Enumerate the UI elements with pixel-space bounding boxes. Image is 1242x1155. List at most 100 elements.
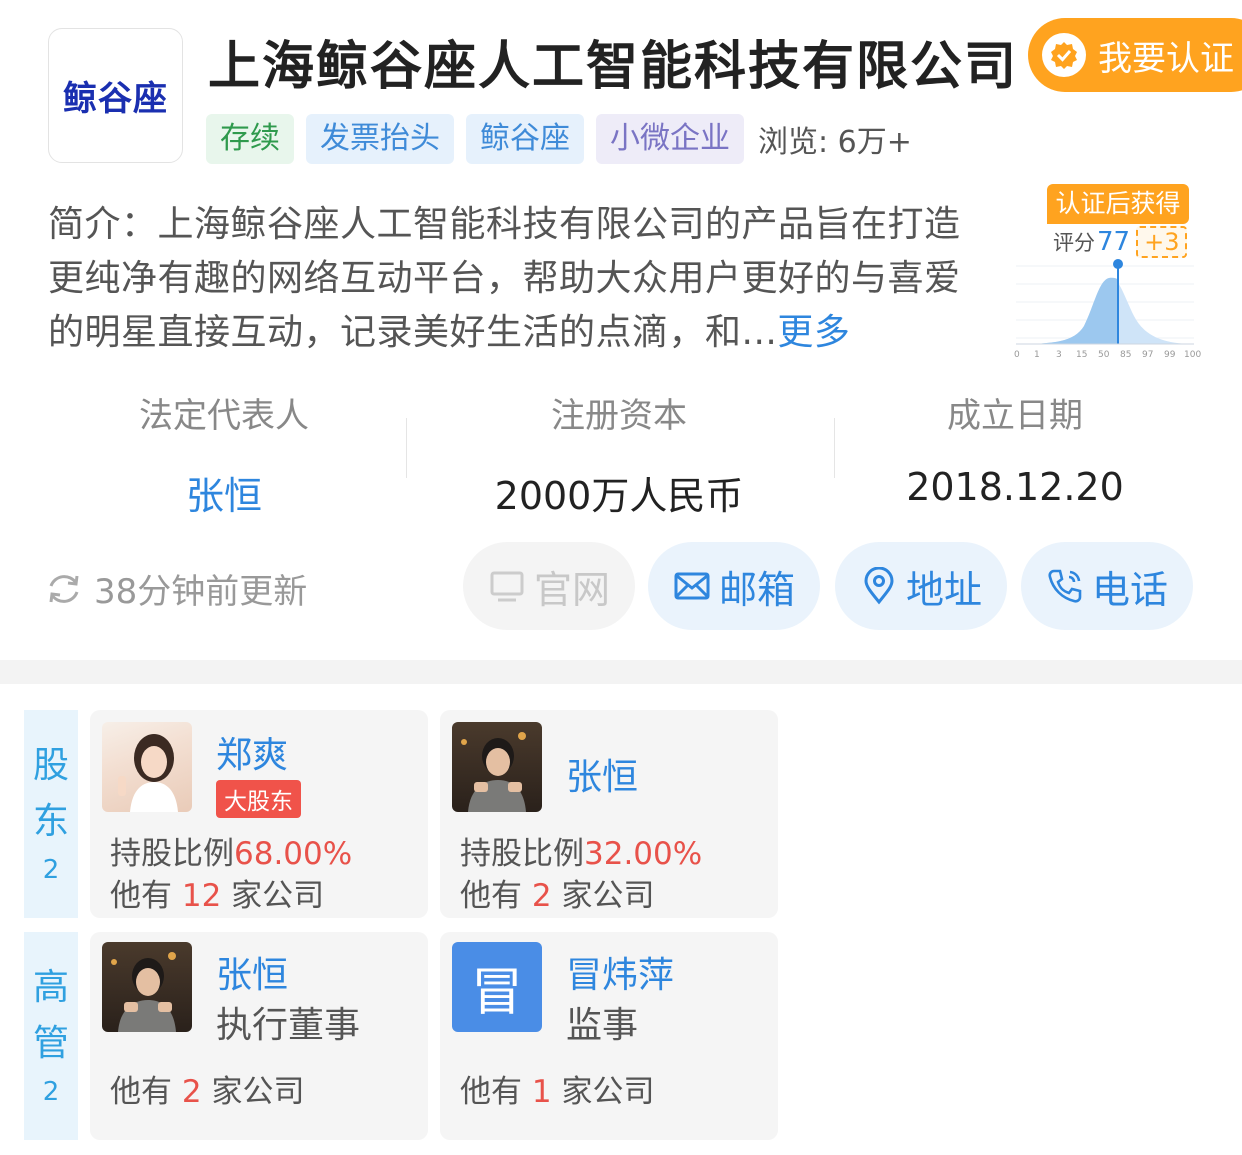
stat-label: 注册资本 (551, 396, 687, 436)
companies-prefix: 他有 (460, 878, 522, 914)
update-status[interactable]: 38分钟前更新 (44, 564, 307, 613)
companies-count: 2 (531, 878, 552, 914)
stat-label: 法定代表人 (139, 396, 309, 436)
related-companies[interactable]: 他有 12 家公司 (110, 870, 324, 915)
company-intro: 简介：上海鲸谷座人工智能科技有限公司的产品旨在打造更纯净有趣的网络互动平台，帮助… (48, 198, 988, 360)
phone-button[interactable]: 电话 (1021, 542, 1193, 630)
avatar-initial: 冒 (470, 962, 523, 1023)
companies-count: 2 (181, 1074, 202, 1110)
brand-tag[interactable]: 鲸谷座 (466, 114, 584, 164)
status-tag: 存续 (206, 114, 294, 164)
refresh-icon (49, 574, 79, 603)
ratio-value: 68.00% (234, 836, 353, 872)
executive-card[interactable]: 张恒 执行董事 他有 2 家公司 (90, 932, 428, 1140)
executive-role: 监事 (566, 1005, 639, 1046)
website-button[interactable]: 官网 (463, 542, 635, 630)
ratio-label: 持股比例 (110, 836, 234, 872)
companies-suffix: 家公司 (211, 1074, 305, 1110)
company-page: 鲸谷座 上海鲸谷座人工智能科技有限公司 我要认证 存续 发票抬头 鲸谷座 小微企… (0, 0, 1242, 1155)
phone-icon (1048, 569, 1082, 603)
companies-count: 12 (181, 878, 222, 914)
companies-suffix: 家公司 (561, 878, 655, 914)
tick-label: 85 (1120, 350, 1131, 360)
company-tags: 存续 发票抬头 鲸谷座 小微企业 浏览: 6万+ (206, 114, 912, 164)
tick-label: 3 (1056, 350, 1062, 360)
companies-suffix: 家公司 (561, 1074, 655, 1110)
registered-capital-stat: 注册资本 2000万人民币 (469, 388, 769, 520)
shareholder-card[interactable]: 张恒 持股比例32.00% 他有 2 家公司 (440, 710, 778, 918)
share-ratio: 持股比例32.00% (460, 828, 702, 873)
label-char: 管 (32, 1023, 69, 1064)
mail-icon (674, 572, 710, 600)
address-button[interactable]: 地址 (835, 542, 1007, 630)
executive-card[interactable]: 冒 冒炜萍 监事 他有 1 家公司 (440, 932, 778, 1140)
score-promo-tag[interactable]: 认证后获得 (1047, 184, 1189, 224)
tick-label: 1 (1034, 350, 1040, 360)
invoice-tag[interactable]: 发票抬头 (306, 114, 454, 164)
company-name: 上海鲸谷座人工智能科技有限公司 (208, 37, 1019, 97)
executive-name[interactable]: 冒炜萍 (566, 946, 674, 998)
avatar (452, 722, 542, 812)
stat-value: 2018.12.20 (906, 465, 1124, 509)
phone-label: 电话 (1091, 567, 1168, 612)
score-distribution-chart[interactable]: 0 1 3 15 50 85 97 99 100 (1014, 256, 1204, 360)
tick-label: 15 (1076, 350, 1087, 360)
certify-button[interactable]: 我要认证 (1028, 18, 1242, 92)
section-divider (0, 660, 1242, 684)
executives-label[interactable]: 高 管 2 (24, 932, 78, 1140)
avatar (102, 722, 192, 812)
shareholder-card[interactable]: 郑爽 大股东 持股比例68.00% 他有 12 家公司 (90, 710, 428, 918)
related-companies[interactable]: 他有 2 家公司 (460, 870, 654, 915)
avatar (102, 942, 192, 1032)
related-companies[interactable]: 他有 2 家公司 (110, 1066, 304, 1111)
stat-label: 成立日期 (947, 396, 1083, 436)
tick-label: 100 (1184, 350, 1201, 360)
location-pin-icon (864, 567, 894, 605)
ratio-value: 32.00% (584, 836, 703, 872)
share-ratio: 持股比例68.00% (110, 828, 352, 873)
label-char: 高 (32, 967, 69, 1008)
more-link[interactable]: 更多 (777, 312, 850, 353)
email-label: 邮箱 (718, 567, 795, 612)
companies-suffix: 家公司 (231, 878, 325, 914)
size-tag: 小微企业 (596, 114, 744, 164)
legal-rep-link[interactable]: 张恒 (74, 465, 374, 520)
divider (834, 418, 835, 478)
update-text: 38分钟前更新 (94, 572, 308, 612)
tick-label: 97 (1142, 350, 1153, 360)
score-line: 评分 77 +3 (1053, 226, 1188, 258)
tick-label: 50 (1098, 350, 1110, 360)
major-shareholder-badge: 大股东 (216, 780, 301, 818)
companies-prefix: 他有 (110, 878, 172, 914)
executive-name[interactable]: 张恒 (216, 946, 288, 998)
logo-text: 鲸谷座 (63, 79, 168, 119)
companies-count: 1 (531, 1074, 552, 1110)
executive-role: 执行董事 (216, 1005, 361, 1046)
website-label: 官网 (533, 567, 610, 612)
score-label: 评分 (1053, 231, 1095, 255)
tick-label: 0 (1014, 350, 1020, 360)
address-label: 地址 (905, 567, 982, 612)
related-companies[interactable]: 他有 1 家公司 (460, 1066, 654, 1111)
verified-check-icon (1042, 33, 1086, 77)
founded-date-stat: 成立日期 2018.12.20 (865, 388, 1165, 509)
label-char: 东 (32, 801, 69, 842)
legal-rep-stat: 法定代表人 张恒 (74, 388, 374, 520)
monitor-icon (490, 571, 524, 602)
shareholder-name[interactable]: 张恒 (566, 748, 638, 800)
score-value: 77 (1097, 227, 1131, 257)
certify-label: 我要认证 (1098, 38, 1234, 79)
companies-prefix: 他有 (110, 1074, 172, 1110)
shareholders-label[interactable]: 股 东 2 (24, 710, 78, 918)
label-char: 股 (32, 745, 69, 786)
email-button[interactable]: 邮箱 (648, 542, 820, 630)
avatar: 冒 (452, 942, 542, 1032)
view-count: 浏览: 6万+ (758, 125, 912, 160)
score-bonus: +3 (1136, 226, 1188, 258)
companies-prefix: 他有 (460, 1074, 522, 1110)
shareholder-name[interactable]: 郑爽 (216, 726, 288, 778)
executives-count: 2 (42, 1077, 60, 1107)
ratio-label: 持股比例 (460, 836, 584, 872)
company-logo[interactable]: 鲸谷座 (48, 28, 183, 163)
tick-label: 99 (1164, 350, 1176, 360)
